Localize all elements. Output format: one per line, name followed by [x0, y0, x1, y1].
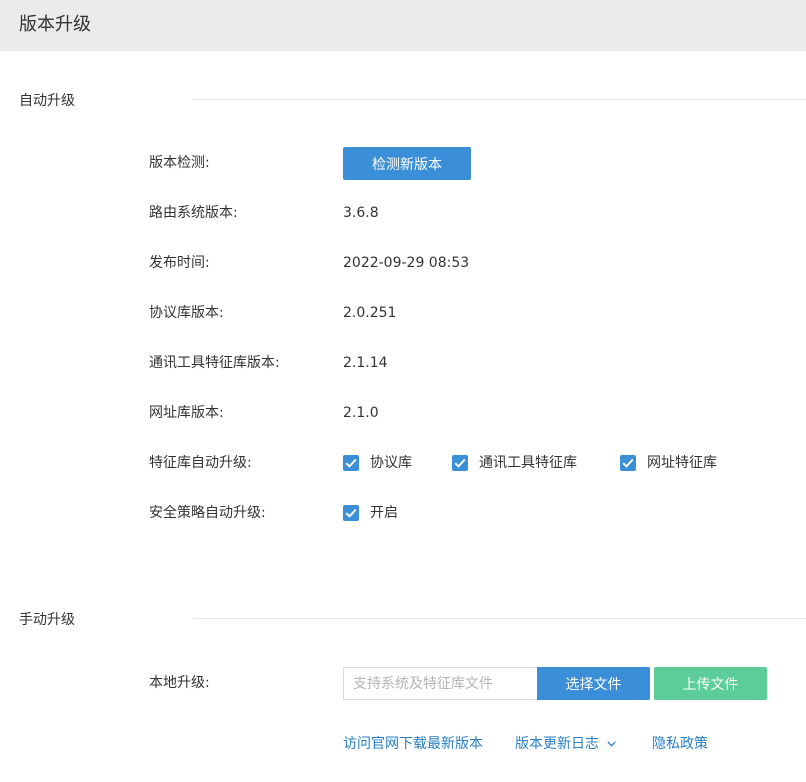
- comm-tool-lib-version-label: 通讯工具特征库版本:: [149, 355, 280, 371]
- router-version-value: 3.6.8: [343, 205, 379, 221]
- section-title-auto-upgrade: 自动升级: [19, 93, 75, 109]
- page-title: 版本升级: [19, 14, 91, 35]
- security-auto-upgrade-label: 安全策略自动升级:: [149, 505, 266, 521]
- protocol-lib-checkbox-label: 协议库: [370, 455, 412, 471]
- section-divider: [193, 99, 806, 100]
- url-lib-version-label: 网址库版本:: [149, 405, 224, 421]
- release-time-label: 发布时间:: [149, 255, 210, 271]
- comm-tool-lib-version-value: 2.1.14: [343, 355, 388, 371]
- version-check-label: 版本检测:: [149, 155, 210, 171]
- protocol-lib-checkbox[interactable]: 协议库: [343, 453, 412, 473]
- section-divider: [193, 618, 806, 619]
- security-auto-upgrade-checkbox-label: 开启: [370, 505, 398, 521]
- section-title-manual-upgrade: 手动升级: [19, 612, 75, 628]
- url-lib-checkbox[interactable]: 网址特征库: [620, 453, 717, 473]
- local-upgrade-label: 本地升级:: [149, 675, 210, 691]
- upload-file-button[interactable]: 上传文件: [654, 667, 767, 700]
- checkmark-icon: [452, 455, 468, 471]
- comm-tool-lib-checkbox-label: 通讯工具特征库: [479, 455, 577, 471]
- changelog-link[interactable]: 版本更新日志: [515, 734, 616, 755]
- privacy-policy-link[interactable]: 隐私政策: [652, 734, 708, 754]
- url-lib-checkbox-label: 网址特征库: [647, 455, 717, 471]
- official-download-link[interactable]: 访问官网下载最新版本: [343, 734, 483, 754]
- release-time-value: 2022-09-29 08:53: [343, 255, 470, 271]
- security-auto-upgrade-checkbox[interactable]: 开启: [343, 503, 398, 523]
- comm-tool-lib-checkbox[interactable]: 通讯工具特征库: [452, 453, 577, 473]
- protocol-lib-version-label: 协议库版本:: [149, 305, 224, 321]
- router-version-label: 路由系统版本:: [149, 205, 238, 221]
- checkmark-icon: [343, 455, 359, 471]
- check-new-version-button[interactable]: 检测新版本: [343, 147, 471, 180]
- page-header: 版本升级: [0, 0, 806, 51]
- url-lib-version-value: 2.1.0: [343, 405, 379, 421]
- checkmark-icon: [343, 505, 359, 521]
- changelog-link-label: 版本更新日志: [515, 736, 599, 752]
- protocol-lib-version-value: 2.0.251: [343, 305, 397, 321]
- feature-auto-upgrade-label: 特征库自动升级:: [149, 455, 252, 471]
- select-file-button[interactable]: 选择文件: [537, 667, 650, 700]
- checkmark-icon: [620, 455, 636, 471]
- upgrade-file-input[interactable]: [343, 667, 537, 700]
- chevron-down-icon: [607, 735, 616, 755]
